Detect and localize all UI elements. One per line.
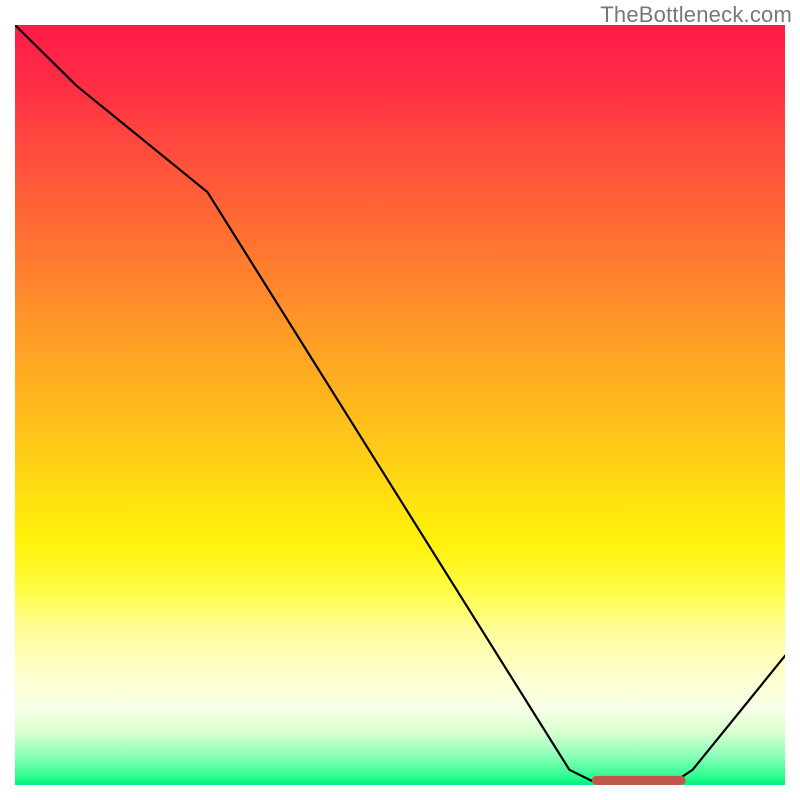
chart-canvas: TheBottleneck.com	[0, 0, 800, 800]
curve-line	[15, 25, 785, 785]
plot-area	[15, 25, 785, 785]
plot-overlay	[15, 25, 785, 785]
